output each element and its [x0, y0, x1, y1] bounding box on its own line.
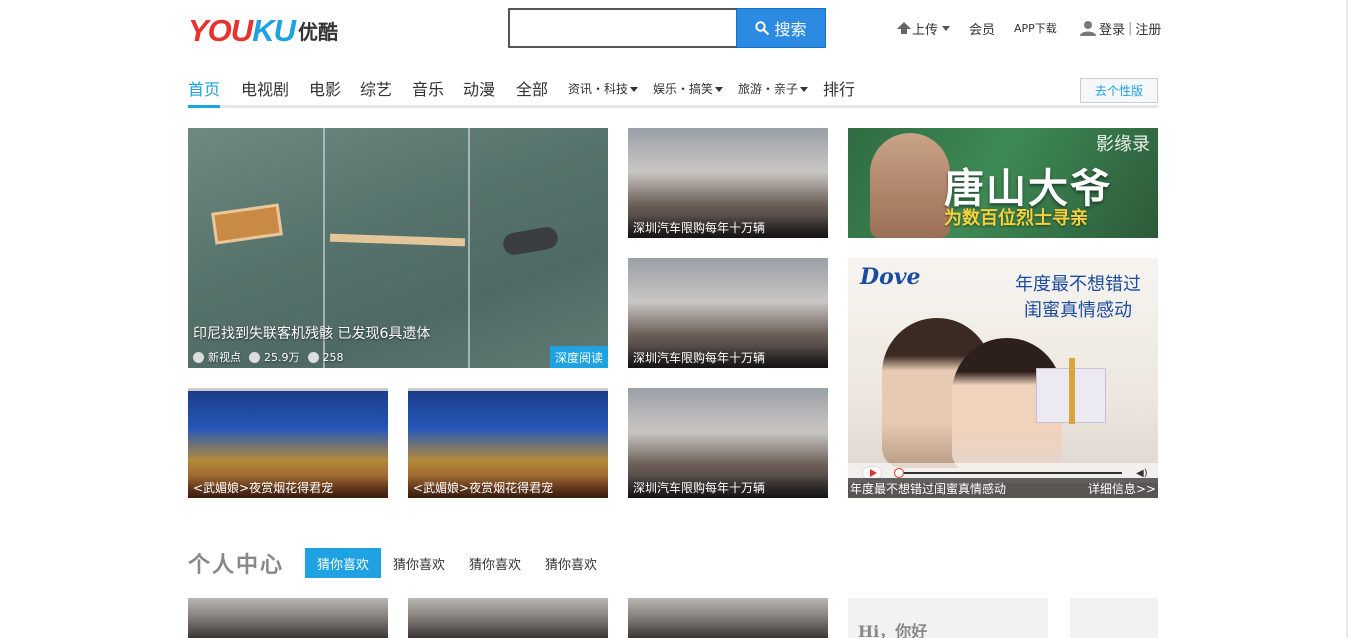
nav-tv[interactable]: 电视剧: [241, 76, 289, 100]
hero-source: 新视点: [208, 351, 241, 364]
video-tile[interactable]: <武媚娘>夜赏烟花得君宠: [188, 388, 388, 498]
user-icon: [1080, 21, 1096, 36]
portrait-image: [870, 133, 950, 238]
nav-all[interactable]: 全部: [516, 76, 548, 100]
logo-wordmark: YOUKU: [188, 12, 296, 48]
upload-icon: [897, 22, 911, 34]
nav-travel-family-label: 旅游・亲子: [738, 82, 799, 96]
upload-menu[interactable]: 上传: [896, 18, 951, 38]
side-panel: [1070, 598, 1158, 638]
greeting-text: Hi，你好: [858, 622, 928, 638]
youku-logo[interactable]: YOUKU 优酷: [188, 12, 338, 48]
recommend-thumbnail[interactable]: [408, 598, 608, 638]
member-label: 会员: [969, 22, 996, 38]
search-button-label: 搜索: [774, 20, 807, 39]
panel-divider: [468, 128, 470, 368]
tab-recommend-2[interactable]: 猜你喜欢: [381, 548, 457, 578]
app-download-label: APP下载: [1014, 22, 1057, 35]
comment-icon: [307, 351, 319, 363]
chevron-down-icon: [715, 87, 724, 92]
ad-slogan-line2: 闺蜜真情感动: [1024, 300, 1132, 321]
video-caption: 深圳汽车限购每年十万辆: [628, 476, 828, 498]
register-link[interactable]: 注册: [1135, 19, 1161, 38]
app-download-link[interactable]: APP下载: [1014, 18, 1057, 38]
video-tile[interactable]: 深圳汽车限购每年十万辆: [628, 128, 828, 238]
video-caption: 深圳汽车限购每年十万辆: [628, 346, 828, 368]
nav-music[interactable]: 音乐: [412, 76, 444, 100]
nav-anime[interactable]: 动漫: [463, 76, 495, 100]
video-caption: <武媚娘>夜赏烟花得君宠: [188, 476, 388, 498]
ad-slogan: 年度最不想错过 闺蜜真情感动: [1003, 272, 1153, 324]
banner-brand: 影缘录: [1096, 134, 1150, 155]
personalize-button[interactable]: 去个性版: [1080, 78, 1158, 103]
member-link[interactable]: 会员: [969, 18, 995, 38]
hero-meta: 新视点 25.9万 258: [193, 349, 344, 365]
video-tile[interactable]: 深圳汽车限购每年十万辆: [628, 258, 828, 368]
nav-news-tech[interactable]: 资讯・科技: [568, 80, 639, 97]
tab-recommend-1[interactable]: 猜你喜欢: [305, 548, 381, 578]
deep-read-badge[interactable]: 深度阅读: [550, 346, 608, 368]
recommend-thumbnail[interactable]: [188, 598, 388, 638]
video-tile[interactable]: <武媚娘>夜赏烟花得君宠: [408, 388, 608, 498]
progress-knob[interactable]: [894, 468, 904, 478]
nav-ent-fun[interactable]: 娱乐・搞笑: [653, 80, 724, 97]
hero-plays: 25.9万: [264, 351, 300, 364]
link-separator: |: [1128, 20, 1133, 36]
chevron-down-icon: [630, 87, 639, 92]
main-nav: 首页 电视剧 电影 综艺 音乐 动漫 全部 资讯・科技 娱乐・搞笑 旅游・亲子 …: [188, 74, 1158, 108]
ad-caption-bar: 年度最不想错过闺蜜真情感动 详细信息>>: [848, 478, 1158, 498]
upload-label: 上传: [912, 22, 939, 38]
video-caption: 深圳汽车限购每年十万辆: [628, 216, 828, 238]
nav-ent-fun-label: 娱乐・搞笑: [653, 82, 714, 96]
video-tile[interactable]: 深圳汽车限购每年十万辆: [628, 388, 828, 498]
login-link[interactable]: 登录: [1099, 19, 1125, 38]
account-links: 登录 | 注册: [1080, 18, 1161, 38]
search-button[interactable]: 搜索: [736, 8, 826, 48]
video-caption: <武媚娘>夜赏烟花得君宠: [408, 476, 608, 498]
nav-active-indicator: [188, 105, 220, 108]
nav-variety[interactable]: 综艺: [360, 76, 392, 100]
search-input[interactable]: [510, 10, 738, 46]
recommend-thumbnail[interactable]: [628, 598, 828, 638]
debris-shape: [211, 203, 283, 245]
tangshan-banner[interactable]: 影缘录 唐山大爷 为数百位烈士寻亲: [848, 128, 1158, 238]
nav-travel-family[interactable]: 旅游・亲子: [738, 80, 809, 97]
nav-news-tech-label: 资讯・科技: [568, 82, 629, 96]
search-icon: [755, 21, 770, 35]
ad-caption: 年度最不想错过闺蜜真情感动: [850, 481, 1007, 496]
tab-recommend-3[interactable]: 猜你喜欢: [457, 548, 533, 578]
personal-center-title: 个人中心: [188, 552, 285, 578]
chevron-down-icon: [800, 87, 809, 92]
chevron-down-icon: [942, 25, 951, 31]
hero-comments: 258: [322, 350, 344, 364]
banner-subtitle: 为数百位烈士寻亲: [944, 208, 1088, 229]
logo-chinese: 优酷: [297, 19, 338, 44]
dove-logo: Dove: [860, 264, 921, 290]
nav-home[interactable]: 首页: [188, 76, 220, 100]
hero-video[interactable]: 印尼找到失联客机残骸 已发现6具遗体 新视点 25.9万 258 深度阅读: [188, 128, 608, 368]
greeting-panel: Hi，你好: [848, 598, 1048, 638]
nav-movie[interactable]: 电影: [309, 76, 341, 100]
debris-shape: [501, 225, 560, 257]
ribbon-image: [1069, 358, 1075, 424]
play-icon: [249, 351, 260, 363]
dove-ad[interactable]: Dove 年度最不想错过 闺蜜真情感动 ◀) 年度最不想错过闺蜜真情感动 详细信…: [848, 258, 1158, 498]
search-box: [508, 8, 738, 48]
nav-ranking[interactable]: 排行: [823, 76, 855, 100]
ad-slogan-line1: 年度最不想错过: [1015, 274, 1141, 295]
tab-recommend-4[interactable]: 猜你喜欢: [533, 548, 609, 578]
hero-title[interactable]: 印尼找到失联客机残骸 已发现6具遗体: [193, 323, 430, 343]
ad-details-link[interactable]: 详细信息>>: [1088, 480, 1156, 497]
user-icon: [193, 351, 204, 363]
progress-track[interactable]: [904, 472, 1122, 474]
debris-shape: [329, 233, 466, 247]
